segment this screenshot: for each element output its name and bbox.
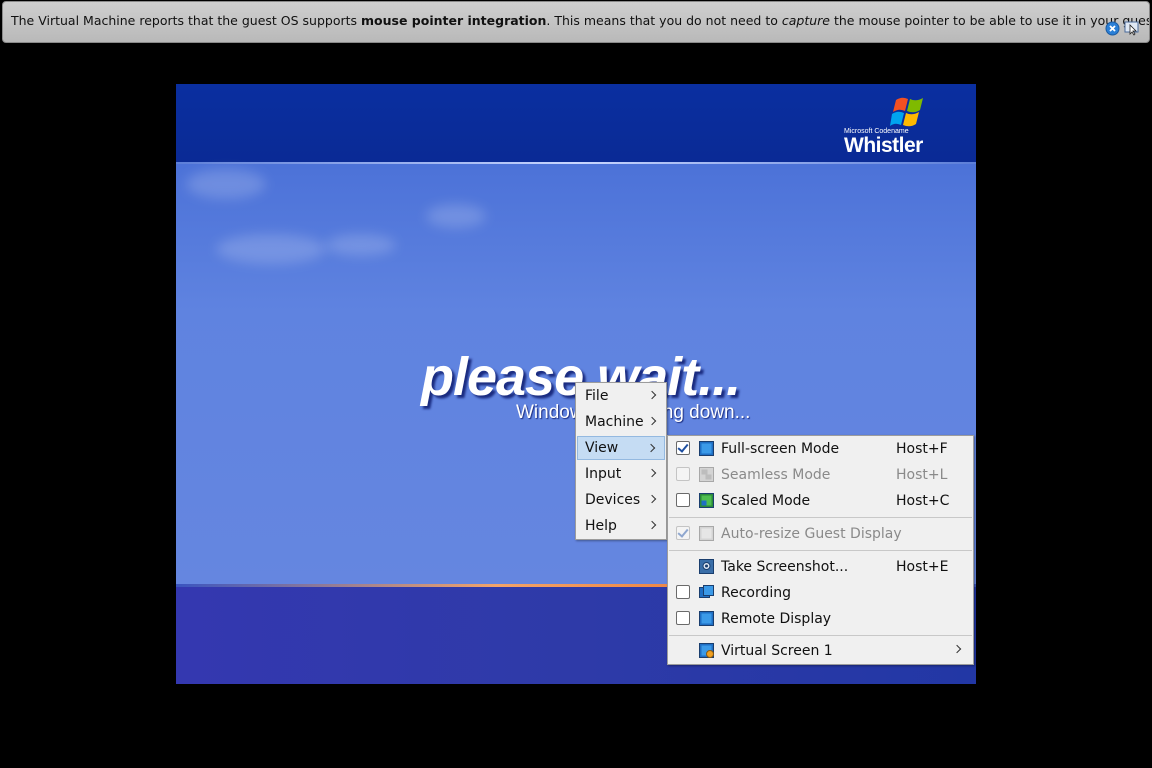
menu-item-devices[interactable]: Devices — [577, 488, 665, 512]
item-label: Seamless Mode — [721, 467, 831, 483]
item-label: Full-screen Mode — [721, 441, 840, 457]
chevron-right-icon — [647, 468, 657, 478]
item-label: Take Screenshot... — [721, 559, 849, 575]
menu-item-label: File — [585, 388, 609, 404]
whistler-logo: Microsoft Codename Whistler — [844, 94, 954, 158]
menu-item-label: View — [585, 440, 619, 456]
virtual-screen-icon — [699, 643, 714, 658]
fullscreen-mode-item[interactable]: Full-screen Mode Host+F — [669, 436, 972, 462]
scaled-mode-icon — [699, 493, 714, 508]
monitor-icon — [699, 441, 714, 456]
menu-separator — [669, 550, 972, 551]
cloud — [426, 204, 486, 228]
remote-display-item[interactable]: Remote Display — [669, 606, 972, 632]
auto-resize-item: Auto-resize Guest Display — [669, 521, 972, 547]
mouse-integration-icon[interactable] — [1124, 13, 1139, 36]
auto-resize-icon — [699, 526, 714, 541]
menu-item-label: Machine — [585, 414, 644, 430]
menu-separator — [669, 635, 972, 636]
item-shortcut: Host+E — [896, 559, 949, 575]
take-screenshot-item[interactable]: Take Screenshot... Host+E — [669, 554, 972, 580]
main-context-menu: File Machine View Input Devices Help — [575, 382, 667, 540]
item-label: Recording — [721, 585, 792, 601]
seamless-mode-item: Seamless Mode Host+L — [669, 462, 972, 488]
item-label: Auto-resize Guest Display — [721, 526, 902, 542]
menu-item-label: Input — [585, 466, 622, 482]
logo-title: Whistler — [844, 134, 923, 157]
auto-resize-checkbox — [676, 526, 690, 540]
seamless-checkbox — [676, 467, 690, 481]
item-label: Virtual Screen 1 — [721, 643, 833, 659]
cloud — [216, 234, 326, 264]
item-shortcut: Host+L — [896, 467, 948, 483]
recording-icon — [699, 585, 714, 598]
recording-item[interactable]: Recording — [669, 580, 972, 606]
menu-item-view[interactable]: View — [577, 436, 665, 460]
seamless-icon — [699, 467, 714, 482]
cloud — [326, 234, 396, 256]
item-label: Remote Display — [721, 611, 832, 627]
item-shortcut: Host+C — [896, 493, 950, 509]
windows-flag-icon — [890, 97, 923, 127]
menu-item-help[interactable]: Help — [577, 514, 665, 538]
cloud — [186, 169, 266, 199]
virtual-screen-item[interactable]: Virtual Screen 1 — [669, 638, 972, 664]
chevron-right-icon — [646, 443, 656, 453]
notification-bar: The Virtual Machine reports that the gue… — [2, 1, 1150, 43]
menu-item-machine[interactable]: Machine — [577, 410, 665, 434]
item-label: Scaled Mode — [721, 493, 811, 509]
fullscreen-checkbox[interactable] — [676, 441, 690, 455]
chevron-right-icon — [647, 390, 657, 400]
remote-display-icon — [699, 611, 714, 626]
scaled-mode-item[interactable]: Scaled Mode Host+C — [669, 488, 972, 514]
chevron-right-icon — [647, 494, 657, 504]
item-shortcut: Host+F — [896, 441, 948, 457]
notification-text: The Virtual Machine reports that the gue… — [11, 13, 1149, 28]
menu-item-label: Devices — [585, 492, 641, 508]
menu-item-file[interactable]: File — [577, 384, 665, 408]
view-submenu: Full-screen Mode Host+F Seamless Mode Ho… — [667, 435, 974, 665]
scaled-checkbox[interactable] — [676, 493, 690, 507]
chevron-right-icon — [647, 520, 657, 530]
chevron-right-icon — [952, 644, 962, 654]
remote-display-checkbox[interactable] — [676, 611, 690, 625]
camera-icon — [699, 559, 714, 574]
menu-item-input[interactable]: Input — [577, 462, 665, 486]
close-icon[interactable] — [1105, 13, 1120, 36]
recording-checkbox[interactable] — [676, 585, 690, 599]
menu-item-label: Help — [585, 518, 617, 534]
chevron-right-icon — [647, 416, 657, 426]
menu-separator — [669, 517, 972, 518]
